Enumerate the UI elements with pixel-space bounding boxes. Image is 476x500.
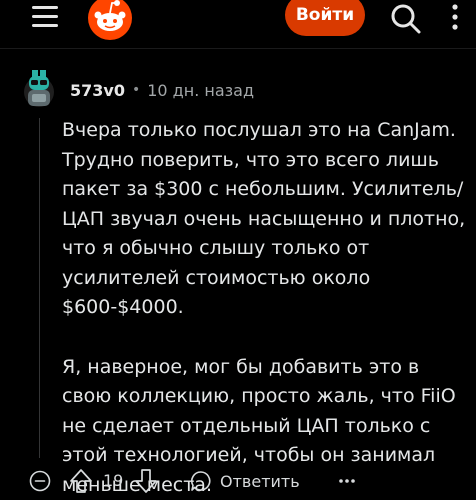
horizontal-ellipsis-icon[interactable] [337,470,357,492]
user-avatar[interactable] [22,70,56,110]
reply-button[interactable]: Ответить [190,468,300,494]
hamburger-menu-icon[interactable] [30,4,60,30]
comment-header: 573v0 • 10 дн. назад [22,70,254,110]
comment-actions: 19 Ответить [0,462,476,500]
reddit-logo-icon[interactable] [86,0,134,42]
comment-timestamp: 10 дн. назад [147,80,255,100]
top-bar: Войти [0,0,476,40]
comment-paragraph-1: Вчера только послушал это на CanJam. Тру… [62,119,466,318]
thread-line[interactable] [39,118,40,458]
meta-separator: • [131,82,141,98]
comment-body: Вчера только послушал это на CanJam. Тру… [62,116,467,500]
vertical-ellipsis-icon[interactable] [440,2,470,32]
search-icon[interactable] [390,3,422,35]
reply-label: Ответить [220,471,300,491]
speech-bubble-icon [190,471,211,491]
login-button[interactable]: Войти [285,0,365,36]
downvote-arrow-icon[interactable] [134,468,158,494]
header-divider [0,48,476,49]
collapse-minus-icon[interactable] [29,470,51,492]
upvote-arrow-icon[interactable] [69,468,93,494]
comment-author[interactable]: 573v0 [70,81,125,100]
vote-score: 19 [103,471,124,490]
